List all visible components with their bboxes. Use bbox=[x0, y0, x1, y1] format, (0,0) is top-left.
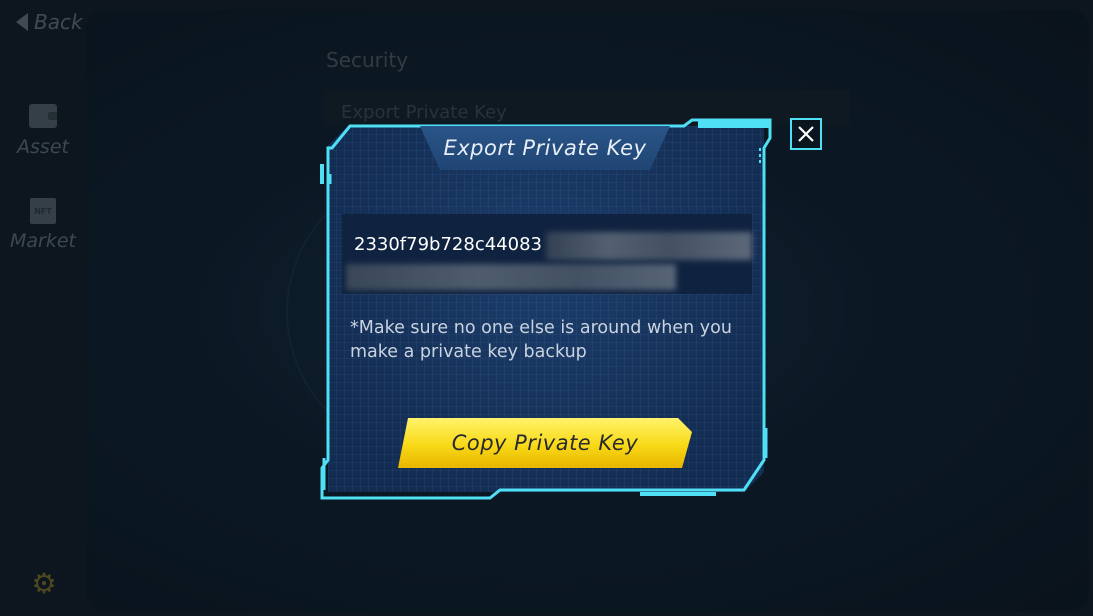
copy-button-label: Copy Private Key bbox=[451, 431, 639, 455]
copy-button-face: Copy Private Key bbox=[398, 418, 692, 468]
export-key-modal: Export Private Key 2330f79b728c44083 *Ma… bbox=[320, 118, 772, 500]
private-key-text: 2330f79b728c44083 bbox=[354, 234, 542, 255]
backup-warning: *Make sure no one else is around when yo… bbox=[350, 318, 732, 362]
modal-header-tab: Export Private Key bbox=[420, 126, 670, 170]
copy-private-key-button[interactable]: Copy Private Key bbox=[398, 418, 692, 468]
close-button[interactable] bbox=[790, 118, 822, 150]
modal-title: Export Private Key bbox=[443, 136, 647, 160]
redacted-key-segment bbox=[346, 264, 676, 290]
app-window: Back Asset NFT Market ⚙ Security Export … bbox=[0, 0, 1093, 616]
close-icon bbox=[798, 126, 814, 142]
redacted-key-segment bbox=[546, 232, 752, 260]
private-key-box[interactable]: 2330f79b728c44083 bbox=[342, 214, 752, 294]
